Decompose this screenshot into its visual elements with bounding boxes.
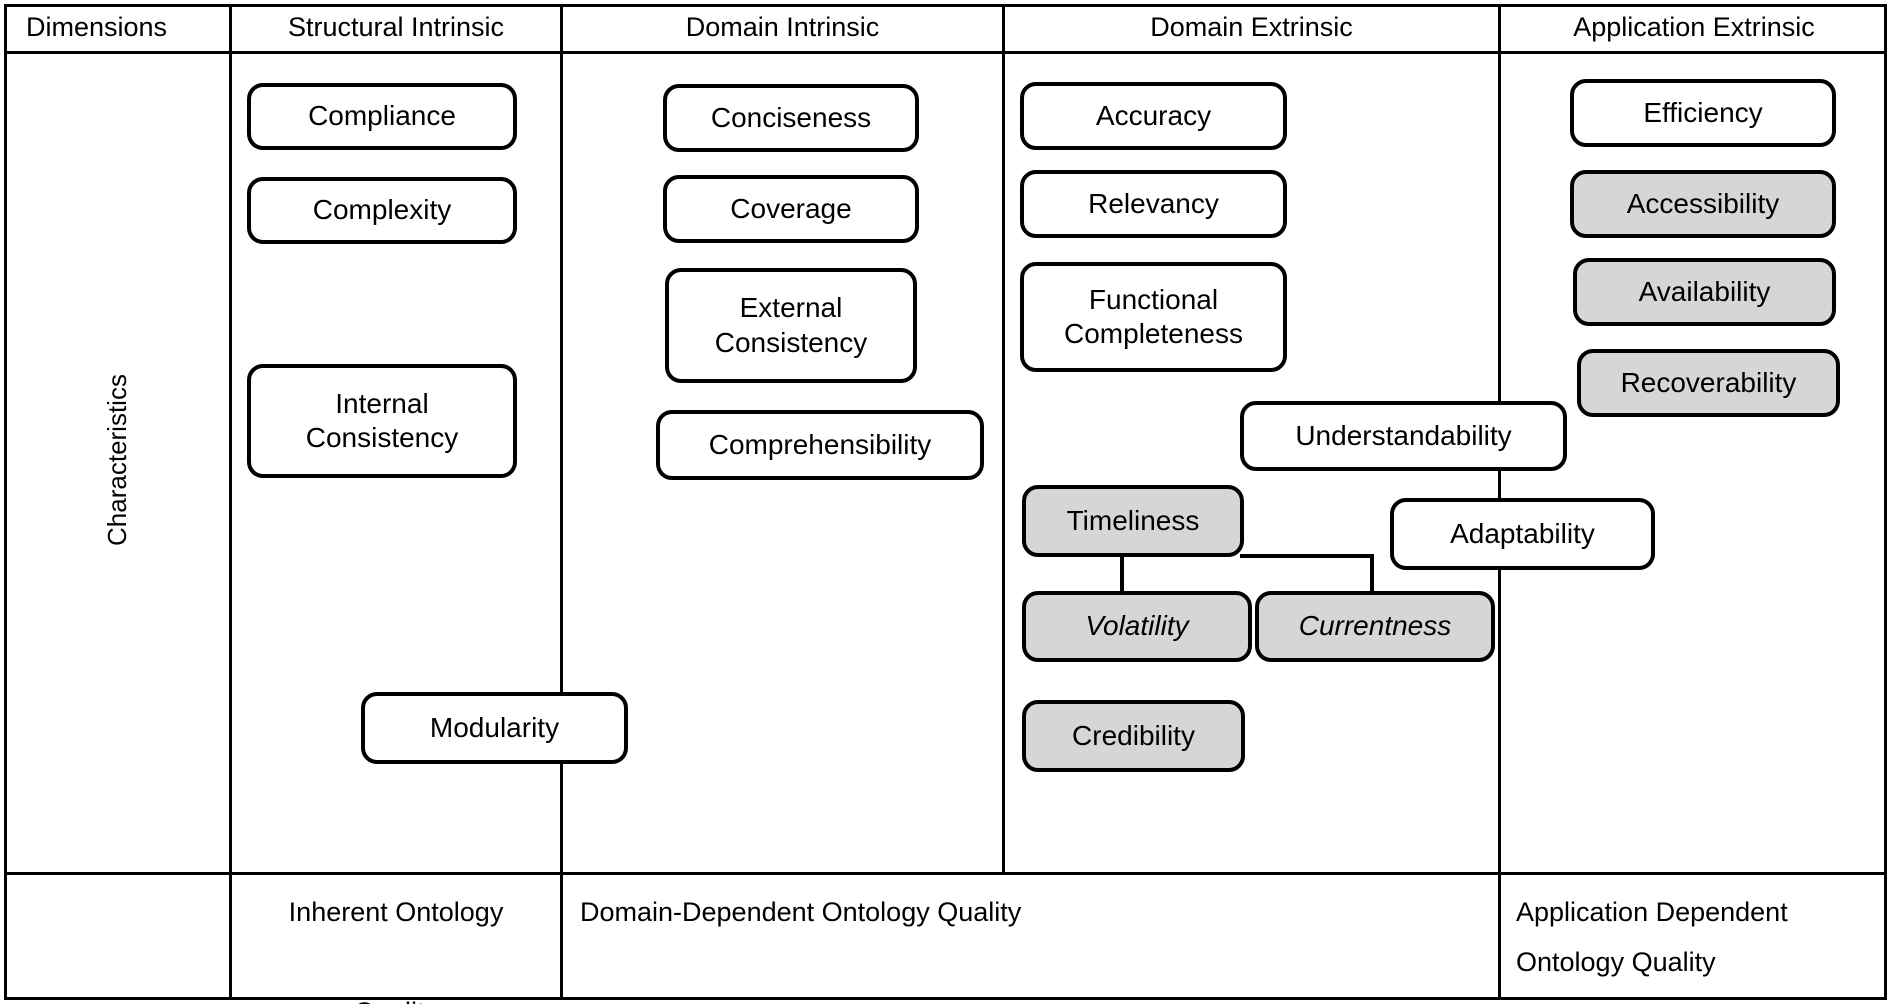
node-adaptability[interactable]: Adaptability xyxy=(1390,498,1655,570)
header-domain-intrinsic: Domain Intrinsic xyxy=(685,12,880,42)
node-recoverability[interactable]: Recoverability xyxy=(1577,349,1840,417)
link-timeliness-currentness-horizontal xyxy=(1240,554,1374,558)
header-dimensions: Dimensions xyxy=(26,12,168,42)
node-functional-completeness[interactable]: Functional Completeness xyxy=(1020,262,1287,372)
node-conciseness[interactable]: Conciseness xyxy=(663,84,919,152)
figure-canvas: Dimensions Structural Intrinsic Domain I… xyxy=(0,0,1891,1004)
node-internal-consistency[interactable]: Internal Consistency xyxy=(247,364,517,478)
header-bottom-rule xyxy=(4,51,1887,54)
node-accessibility[interactable]: Accessibility xyxy=(1570,170,1836,238)
header-domain-extrinsic: Domain Extrinsic xyxy=(1150,12,1353,42)
divider-2-summary xyxy=(560,872,563,1000)
node-comprehensibility[interactable]: Comprehensibility xyxy=(656,410,984,480)
row-label-characteristics: Characteristics xyxy=(102,374,132,546)
node-availability[interactable]: Availability xyxy=(1573,258,1836,326)
node-relevancy[interactable]: Relevancy xyxy=(1020,170,1287,238)
node-understandability[interactable]: Understandability xyxy=(1240,401,1567,471)
node-credibility[interactable]: Credibility xyxy=(1022,700,1245,772)
node-external-consistency[interactable]: External Consistency xyxy=(665,268,917,383)
divider-4-summary xyxy=(1498,872,1501,1000)
node-currentness[interactable]: Currentness xyxy=(1255,591,1495,662)
node-accuracy[interactable]: Accuracy xyxy=(1020,82,1287,150)
summary-top-rule xyxy=(4,872,1887,875)
summary-application-dependent-ontology-quality: Application Dependent Ontology Quality xyxy=(1516,897,1788,977)
summary-domain-dependent-ontology-quality: Domain-Dependent Ontology Quality xyxy=(580,897,1022,927)
node-volatility[interactable]: Volatility xyxy=(1022,591,1252,662)
header-application-extrinsic: Application Extrinsic xyxy=(1573,12,1815,42)
node-timeliness[interactable]: Timeliness xyxy=(1022,485,1244,557)
header-structural-intrinsic: Structural Intrinsic xyxy=(287,12,505,42)
node-complexity[interactable]: Complexity xyxy=(247,177,517,244)
node-modularity[interactable]: Modularity xyxy=(361,692,628,764)
node-efficiency[interactable]: Efficiency xyxy=(1570,79,1836,147)
node-coverage[interactable]: Coverage xyxy=(663,175,919,243)
divider-1-body xyxy=(229,51,232,875)
summary-inherent-ontology-quality: Inherent Ontology Quality xyxy=(288,897,504,1004)
divider-3-body xyxy=(1002,51,1005,875)
node-compliance[interactable]: Compliance xyxy=(247,83,517,150)
